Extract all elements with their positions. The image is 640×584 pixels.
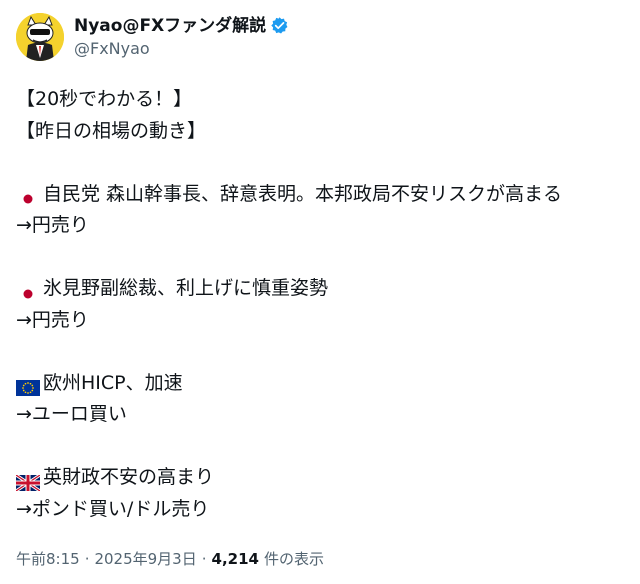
views-label: 件の表示 — [263, 550, 324, 568]
display-name[interactable]: Nyao@FXファンダ解説 — [74, 16, 266, 36]
tweet-line-2: 【昨日の相場の動き】 — [16, 119, 207, 142]
tweet-line-13-text: 英財政不安の高まり — [43, 466, 215, 488]
tweet-line-10: 欧州HICP、加速 — [16, 368, 624, 400]
tweet-line-6 — [16, 242, 624, 274]
tweet-line-4-text: 自民党 森山幹事長、辞意表明。本邦政局不安リスクが高まる — [43, 182, 563, 205]
verified-badge-icon — [270, 16, 289, 35]
tweet-line-12 — [16, 431, 624, 463]
post-time[interactable]: 午前8:15 — [16, 548, 80, 569]
cat-avatar-icon — [16, 13, 64, 61]
tweet-line-10-text: 欧州HICP、加速 — [43, 371, 183, 394]
japan-flag-icon — [16, 281, 40, 302]
tweet-line-1: 【20秒でわかる！】 — [16, 88, 193, 110]
tweet-line-7: 氷見野副総裁、利上げに慎重姿勢 — [16, 273, 624, 305]
tweet-line-13: 英財政不安の高まり — [15, 462, 624, 494]
post-date[interactable]: 2025年9月3日 — [94, 548, 196, 569]
eu-flag-icon — [16, 375, 40, 397]
tweet-body: 【20秒でわかる！】 【昨日の相場の動き】 自民党 森山幹事長、辞意表明。本邦政… — [15, 84, 624, 525]
tweet-header: Nyao@FXファンダ解説 @FxNyao — [16, 12, 289, 62]
tweet-line-5: →円売り — [16, 214, 89, 236]
separator-dot: · — [201, 549, 207, 568]
separator-dot: · — [84, 549, 90, 568]
views-count: 4,214 — [211, 549, 259, 568]
tweet-meta: 午前8:15 · 2025年9月3日 · 4,214 件の表示 — [16, 548, 324, 569]
user-info: Nyao@FXファンダ解説 @FxNyao — [74, 16, 289, 59]
tweet-line-4: 自民党 森山幹事長、辞意表明。本邦政局不安リスクが高まる — [16, 179, 624, 211]
tweet-line-8: →円売り — [16, 308, 89, 331]
avatar[interactable] — [16, 13, 64, 61]
user-handle[interactable]: @FxNyao — [74, 39, 289, 58]
tweet-line-14: →ポンド買い/ドル売り — [16, 497, 210, 520]
uk-flag-icon — [15, 470, 41, 493]
japan-flag-icon — [16, 186, 40, 208]
tweet: Nyao@FXファンダ解説 @FxNyao 【20秒でわかる！】 【昨日の相場の… — [0, 0, 640, 584]
display-name-row: Nyao@FXファンダ解説 — [74, 16, 289, 36]
tweet-line-11: →ユーロ買い — [16, 403, 127, 425]
tweet-line-3 — [16, 147, 624, 179]
tweet-line-7-text: 氷見野副総裁、利上げに慎重姿勢 — [43, 277, 329, 299]
tweet-line-9 — [16, 336, 624, 368]
